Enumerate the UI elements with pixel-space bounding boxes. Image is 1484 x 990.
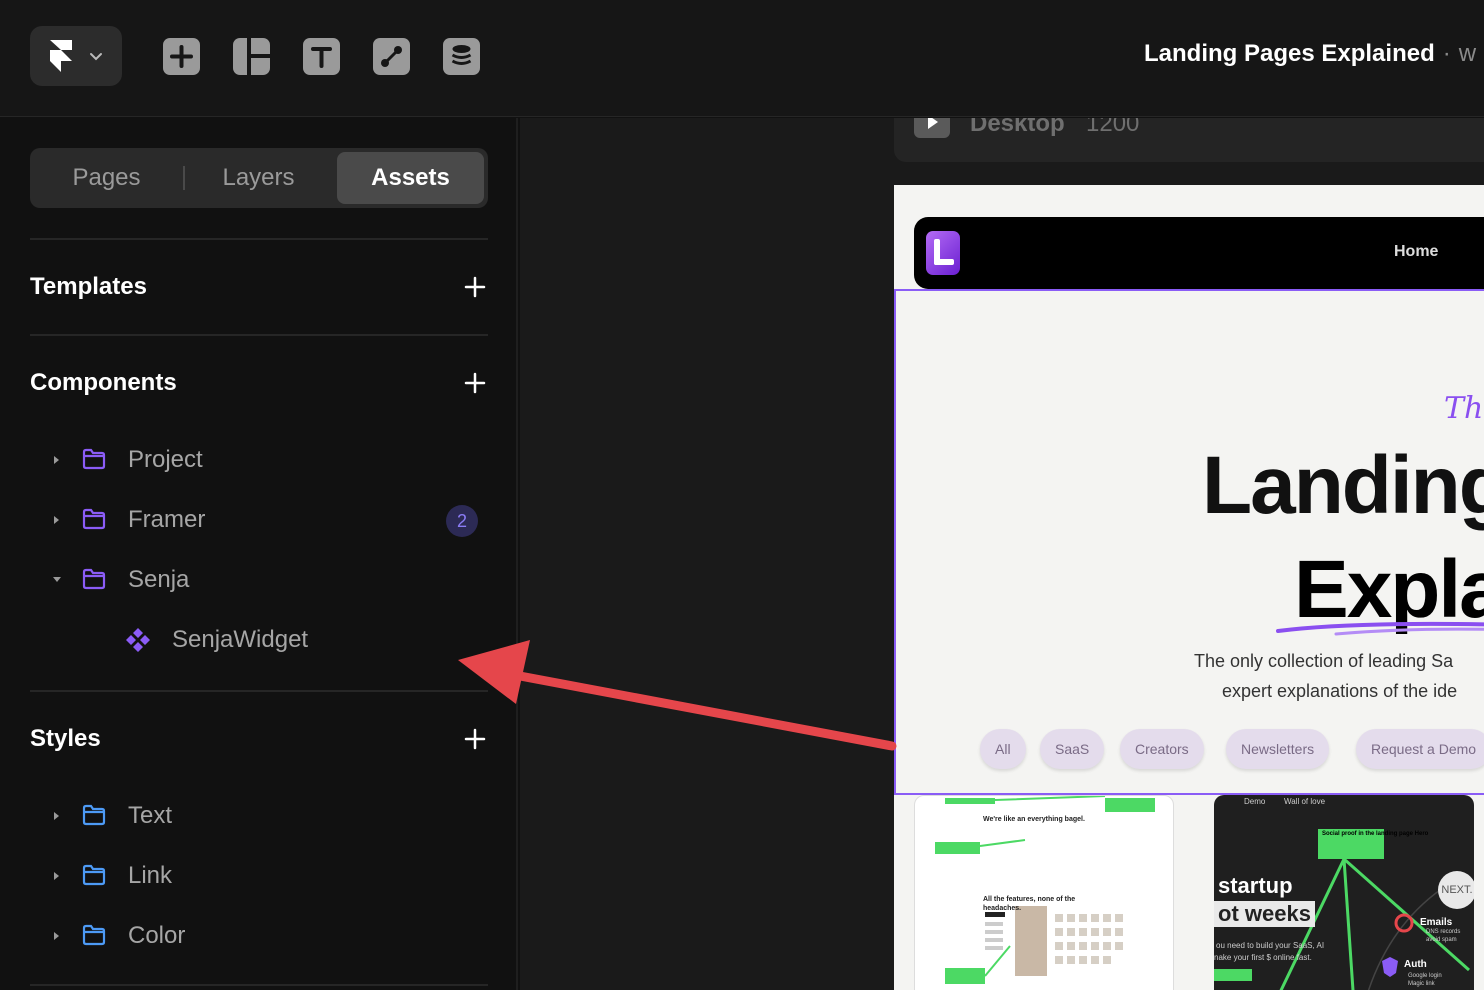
divider [30, 984, 488, 986]
folder-icon [82, 924, 106, 946]
card2-auth-sub1: Google login [1408, 973, 1442, 979]
style-folder-text[interactable]: Text [0, 791, 518, 841]
filter-chip-creators[interactable]: Creators [1120, 729, 1204, 769]
caret-down-icon[interactable] [51, 574, 63, 584]
style-folder-link[interactable]: Link [0, 851, 518, 901]
caret-right-icon[interactable] [51, 930, 61, 942]
folder-icon [82, 864, 106, 886]
hero-description-line1: The only collection of leading Sa [1194, 651, 1454, 671]
project-title[interactable]: Landing Pages Explained · w [1144, 40, 1476, 68]
filter-chip-saas[interactable]: SaaS [1040, 729, 1105, 769]
caret-right-icon[interactable] [51, 454, 61, 466]
add-component-icon[interactable] [464, 372, 486, 394]
filter-chip-newsletters[interactable]: Newsletters [1226, 729, 1330, 769]
card2-auth: Auth [1404, 959, 1427, 970]
folder-label: Link [128, 862, 173, 889]
folder-icon [82, 508, 106, 530]
component-folder-project[interactable]: Project [0, 435, 518, 485]
folder-label: Project [128, 446, 203, 473]
layout-icon[interactable] [233, 38, 270, 75]
frame-header[interactable]: Desktop 1200 [894, 118, 1484, 162]
folder-label: Framer [128, 506, 206, 533]
panel-tabs: Pages Layers Assets [30, 148, 488, 208]
card2-auth-sub2: Magic link [1408, 981, 1435, 987]
title-separator: · [1442, 40, 1451, 67]
card2-heading1: startup [1218, 873, 1293, 898]
folder-icon [82, 804, 106, 826]
divider [30, 334, 488, 336]
insert-icon[interactable] [163, 38, 200, 75]
project-title-text: Landing Pages Explained [1144, 40, 1435, 67]
styles-section-title: Styles [30, 725, 101, 752]
component-folder-senja[interactable]: Senja [0, 555, 518, 605]
framer-menu-button[interactable] [30, 26, 122, 86]
design-canvas[interactable]: Desktop 1200 Home Al The Landing Expla T… [520, 118, 1484, 990]
tab-pages[interactable]: Pages [30, 148, 183, 208]
frame-name: Desktop [970, 118, 1065, 137]
text-tool-icon[interactable] [303, 38, 340, 75]
count-badge: 2 [446, 505, 478, 537]
folder-label: Text [128, 802, 173, 829]
folder-icon [82, 568, 106, 590]
landing-card-preview[interactable]: Demo Wall of love Social proof in the la… [1214, 795, 1474, 990]
card1-line2: All the features, none of the [983, 896, 1076, 903]
card2-note: Social proof in the landing page Hero [1322, 831, 1429, 837]
play-icon [928, 118, 938, 129]
card2-emails-sub2: avoid spam [1426, 937, 1457, 943]
filter-chip-all[interactable]: All [980, 729, 1026, 769]
card1-line3: headaches. [983, 905, 1022, 912]
site-logo[interactable] [926, 231, 960, 275]
tab-assets[interactable]: Assets [337, 152, 484, 204]
card2-text1: ou need to build your SaaS, AI [1216, 941, 1325, 950]
hero-description-line2: expert explanations of the ide [1222, 681, 1458, 701]
filter-chip-request-demo[interactable]: Request a Demo [1356, 729, 1484, 769]
vector-tool-icon[interactable] [373, 38, 410, 75]
component-label: SenjaWidget [172, 626, 309, 653]
templates-section-title: Templates [30, 273, 147, 300]
landing-card-preview[interactable]: We're like an everything bagel. All the … [914, 795, 1174, 990]
card2-emails-sub1: DNS records [1426, 929, 1461, 935]
divider [30, 238, 488, 240]
caret-right-icon[interactable] [51, 810, 61, 822]
hero-tagline: The [1444, 391, 1484, 426]
component-folder-framer[interactable]: Framer 2 [0, 495, 518, 545]
folder-label: Senja [128, 566, 190, 593]
components-section-title: Components [30, 369, 177, 396]
card2-emails: Emails [1420, 917, 1453, 928]
underline-swoosh [1276, 621, 1484, 636]
nextjs-logo: NEXT. [1438, 871, 1474, 909]
component-icon [126, 628, 150, 652]
card2-text2: nake your first $ online fast. [1214, 953, 1312, 962]
desktop-frame[interactable]: Home Al The Landing Expla The only colle… [894, 185, 1484, 990]
frame-width: 1200 [1086, 118, 1140, 137]
style-folder-color[interactable]: Color [0, 911, 518, 961]
annotation-arrow [458, 640, 897, 751]
nav-link-home[interactable]: Home [1394, 243, 1438, 261]
add-template-icon[interactable] [464, 276, 486, 298]
component-item-senjawidget[interactable]: SenjaWidget [0, 615, 518, 665]
preview-play-button[interactable] [914, 118, 950, 138]
folder-label: Color [128, 922, 186, 949]
card2-heading2: ot weeks [1214, 901, 1315, 927]
framer-logo-icon [50, 40, 72, 72]
chevron-down-icon [90, 53, 102, 61]
caret-right-icon[interactable] [51, 870, 61, 882]
folder-icon [82, 448, 106, 470]
caret-right-icon[interactable] [51, 514, 61, 526]
hero-section[interactable]: The Landing Expla The only collection of… [894, 289, 1484, 795]
divider [30, 690, 488, 692]
left-sidebar: Pages Layers Assets Templates Components… [0, 118, 518, 990]
project-subtitle: w [1458, 40, 1477, 67]
annotation-lines [935, 796, 1155, 984]
site-navbar[interactable]: Home Al [914, 217, 1484, 289]
top-toolbar: Landing Pages Explained · w [0, 0, 1484, 117]
card1-line1: We're like an everything bagel. [983, 816, 1085, 823]
cms-icon[interactable] [443, 38, 480, 75]
tab-layers[interactable]: Layers [185, 148, 332, 208]
hero-heading-line1: Landing [1202, 440, 1484, 531]
